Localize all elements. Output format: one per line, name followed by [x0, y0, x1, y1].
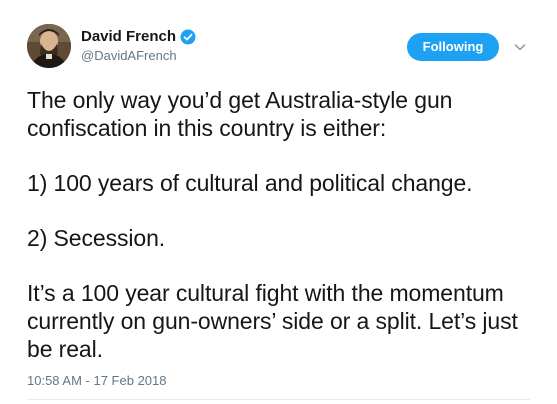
tweet-paragraph: It’s a 100 year cultural fight with the … [27, 280, 525, 362]
author-handle[interactable]: @DavidAFrench [81, 47, 196, 65]
tweet-paragraph: 1) 100 years of cultural and political c… [27, 170, 473, 196]
following-button[interactable]: Following [407, 33, 499, 61]
tweet-timestamp[interactable]: 10:58 AM - 17 Feb 2018 [27, 373, 166, 389]
tweet-paragraph: The only way you’d get Australia-style g… [27, 87, 459, 141]
tweet-card: David French @DavidAFrench Following The… [0, 0, 557, 404]
tweet-paragraph: 2) Secession. [27, 225, 166, 251]
divider [27, 399, 530, 400]
verified-badge-icon [180, 29, 196, 45]
author-display-name[interactable]: David French [81, 27, 176, 47]
tweet-text: The only way you’d get Australia-style g… [27, 86, 537, 363]
author-info: David French @DavidAFrench [81, 27, 196, 65]
avatar[interactable] [27, 24, 71, 68]
name-row: David French [81, 27, 196, 47]
chevron-down-icon[interactable] [513, 40, 527, 54]
avatar-portrait-icon [27, 24, 71, 68]
